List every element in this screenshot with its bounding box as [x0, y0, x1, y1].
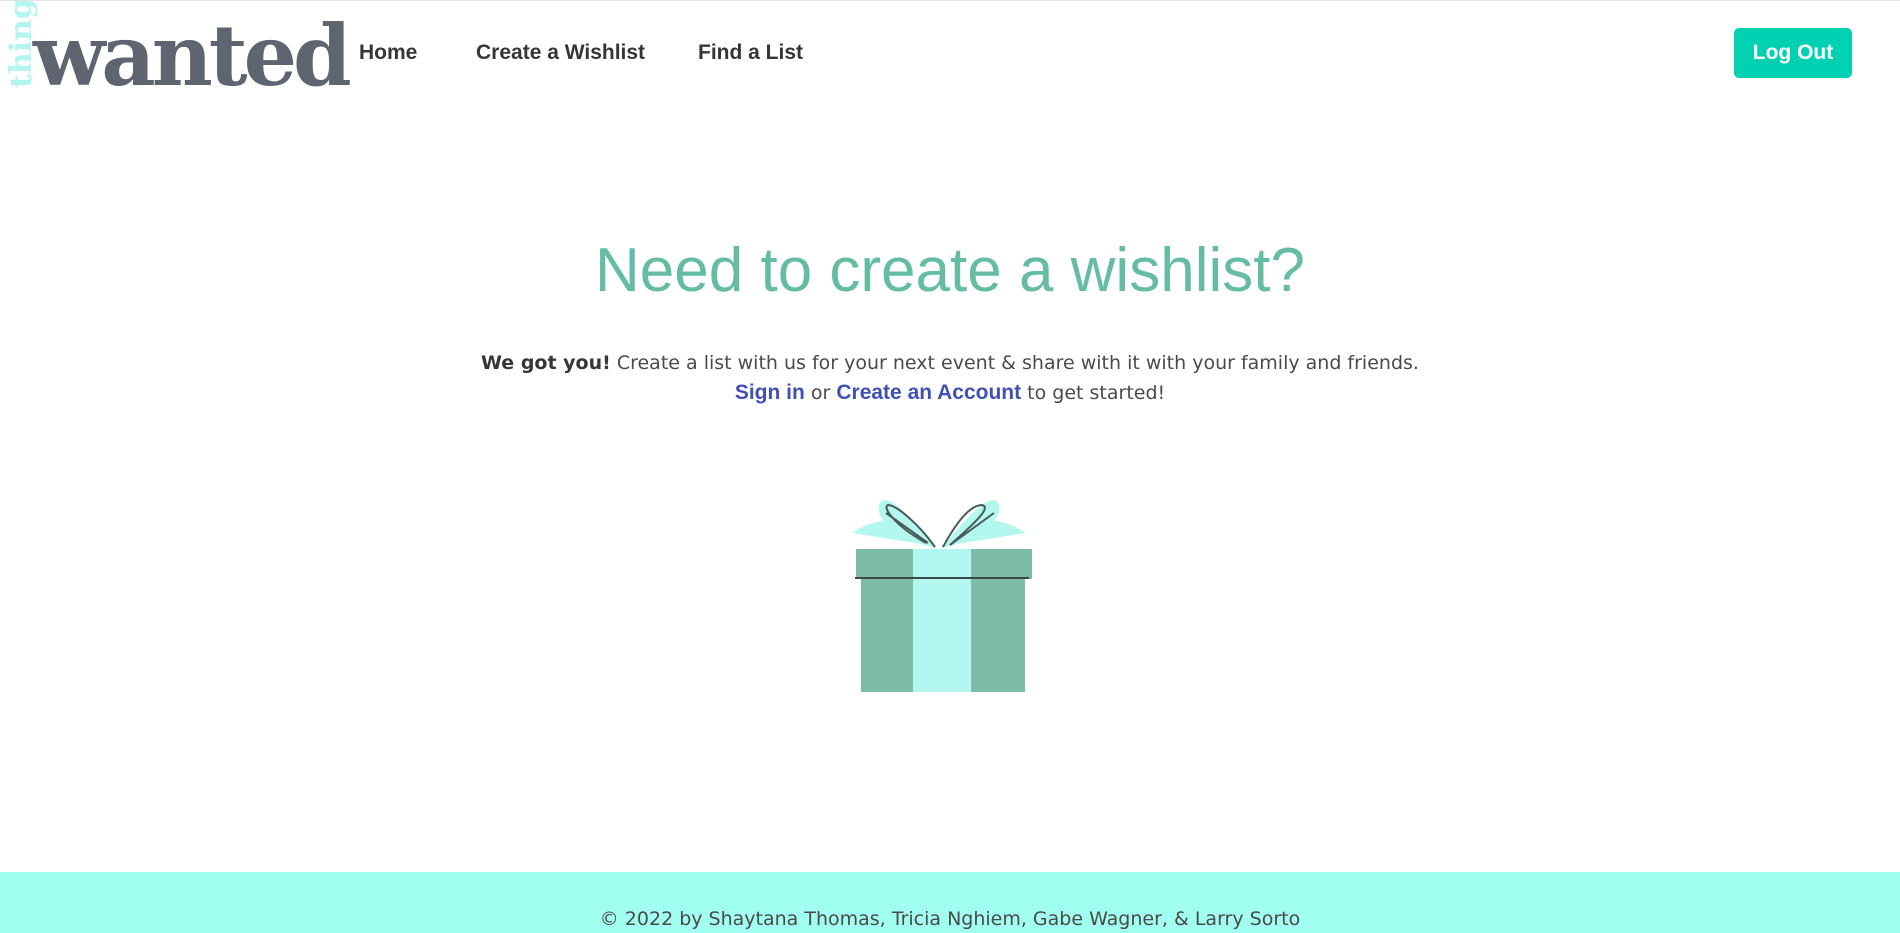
hero-or-text: or [804, 382, 837, 404]
nav-find-list-link[interactable]: Find a List [698, 41, 803, 65]
nav-home-link[interactable]: Home [359, 41, 417, 65]
hero-lead-text: Create a list with us for your next even… [610, 352, 1419, 374]
logo-main-text: wanted [33, 6, 352, 105]
hero-lead-bold: We got you! [481, 352, 611, 374]
hero-lead-line: We got you! Create a list with us for yo… [0, 348, 1900, 378]
footer-copyright: © 2022 by Shaytana Thomas, Tricia Nghiem… [599, 908, 1301, 930]
site-logo[interactable]: things wanted [0, 0, 352, 101]
nav-create-wishlist-link[interactable]: Create a Wishlist [476, 41, 645, 65]
hero-title: Need to create a wishlist? [595, 236, 1305, 305]
hero-cta-line: Sign in or Create an Account to get star… [0, 378, 1900, 408]
logout-button[interactable]: Log Out [1734, 28, 1852, 78]
hero-description: We got you! Create a list with us for yo… [0, 348, 1900, 408]
navbar: things wanted Home Create a Wishlist Fin… [0, 0, 1900, 103]
gift-icon [852, 500, 1032, 692]
footer: © 2022 by Shaytana Thomas, Tricia Nghiem… [0, 872, 1900, 933]
hero-started-text: to get started! [1021, 382, 1166, 404]
create-account-link[interactable]: Create an Account [836, 381, 1021, 404]
sign-in-link[interactable]: Sign in [735, 381, 805, 404]
